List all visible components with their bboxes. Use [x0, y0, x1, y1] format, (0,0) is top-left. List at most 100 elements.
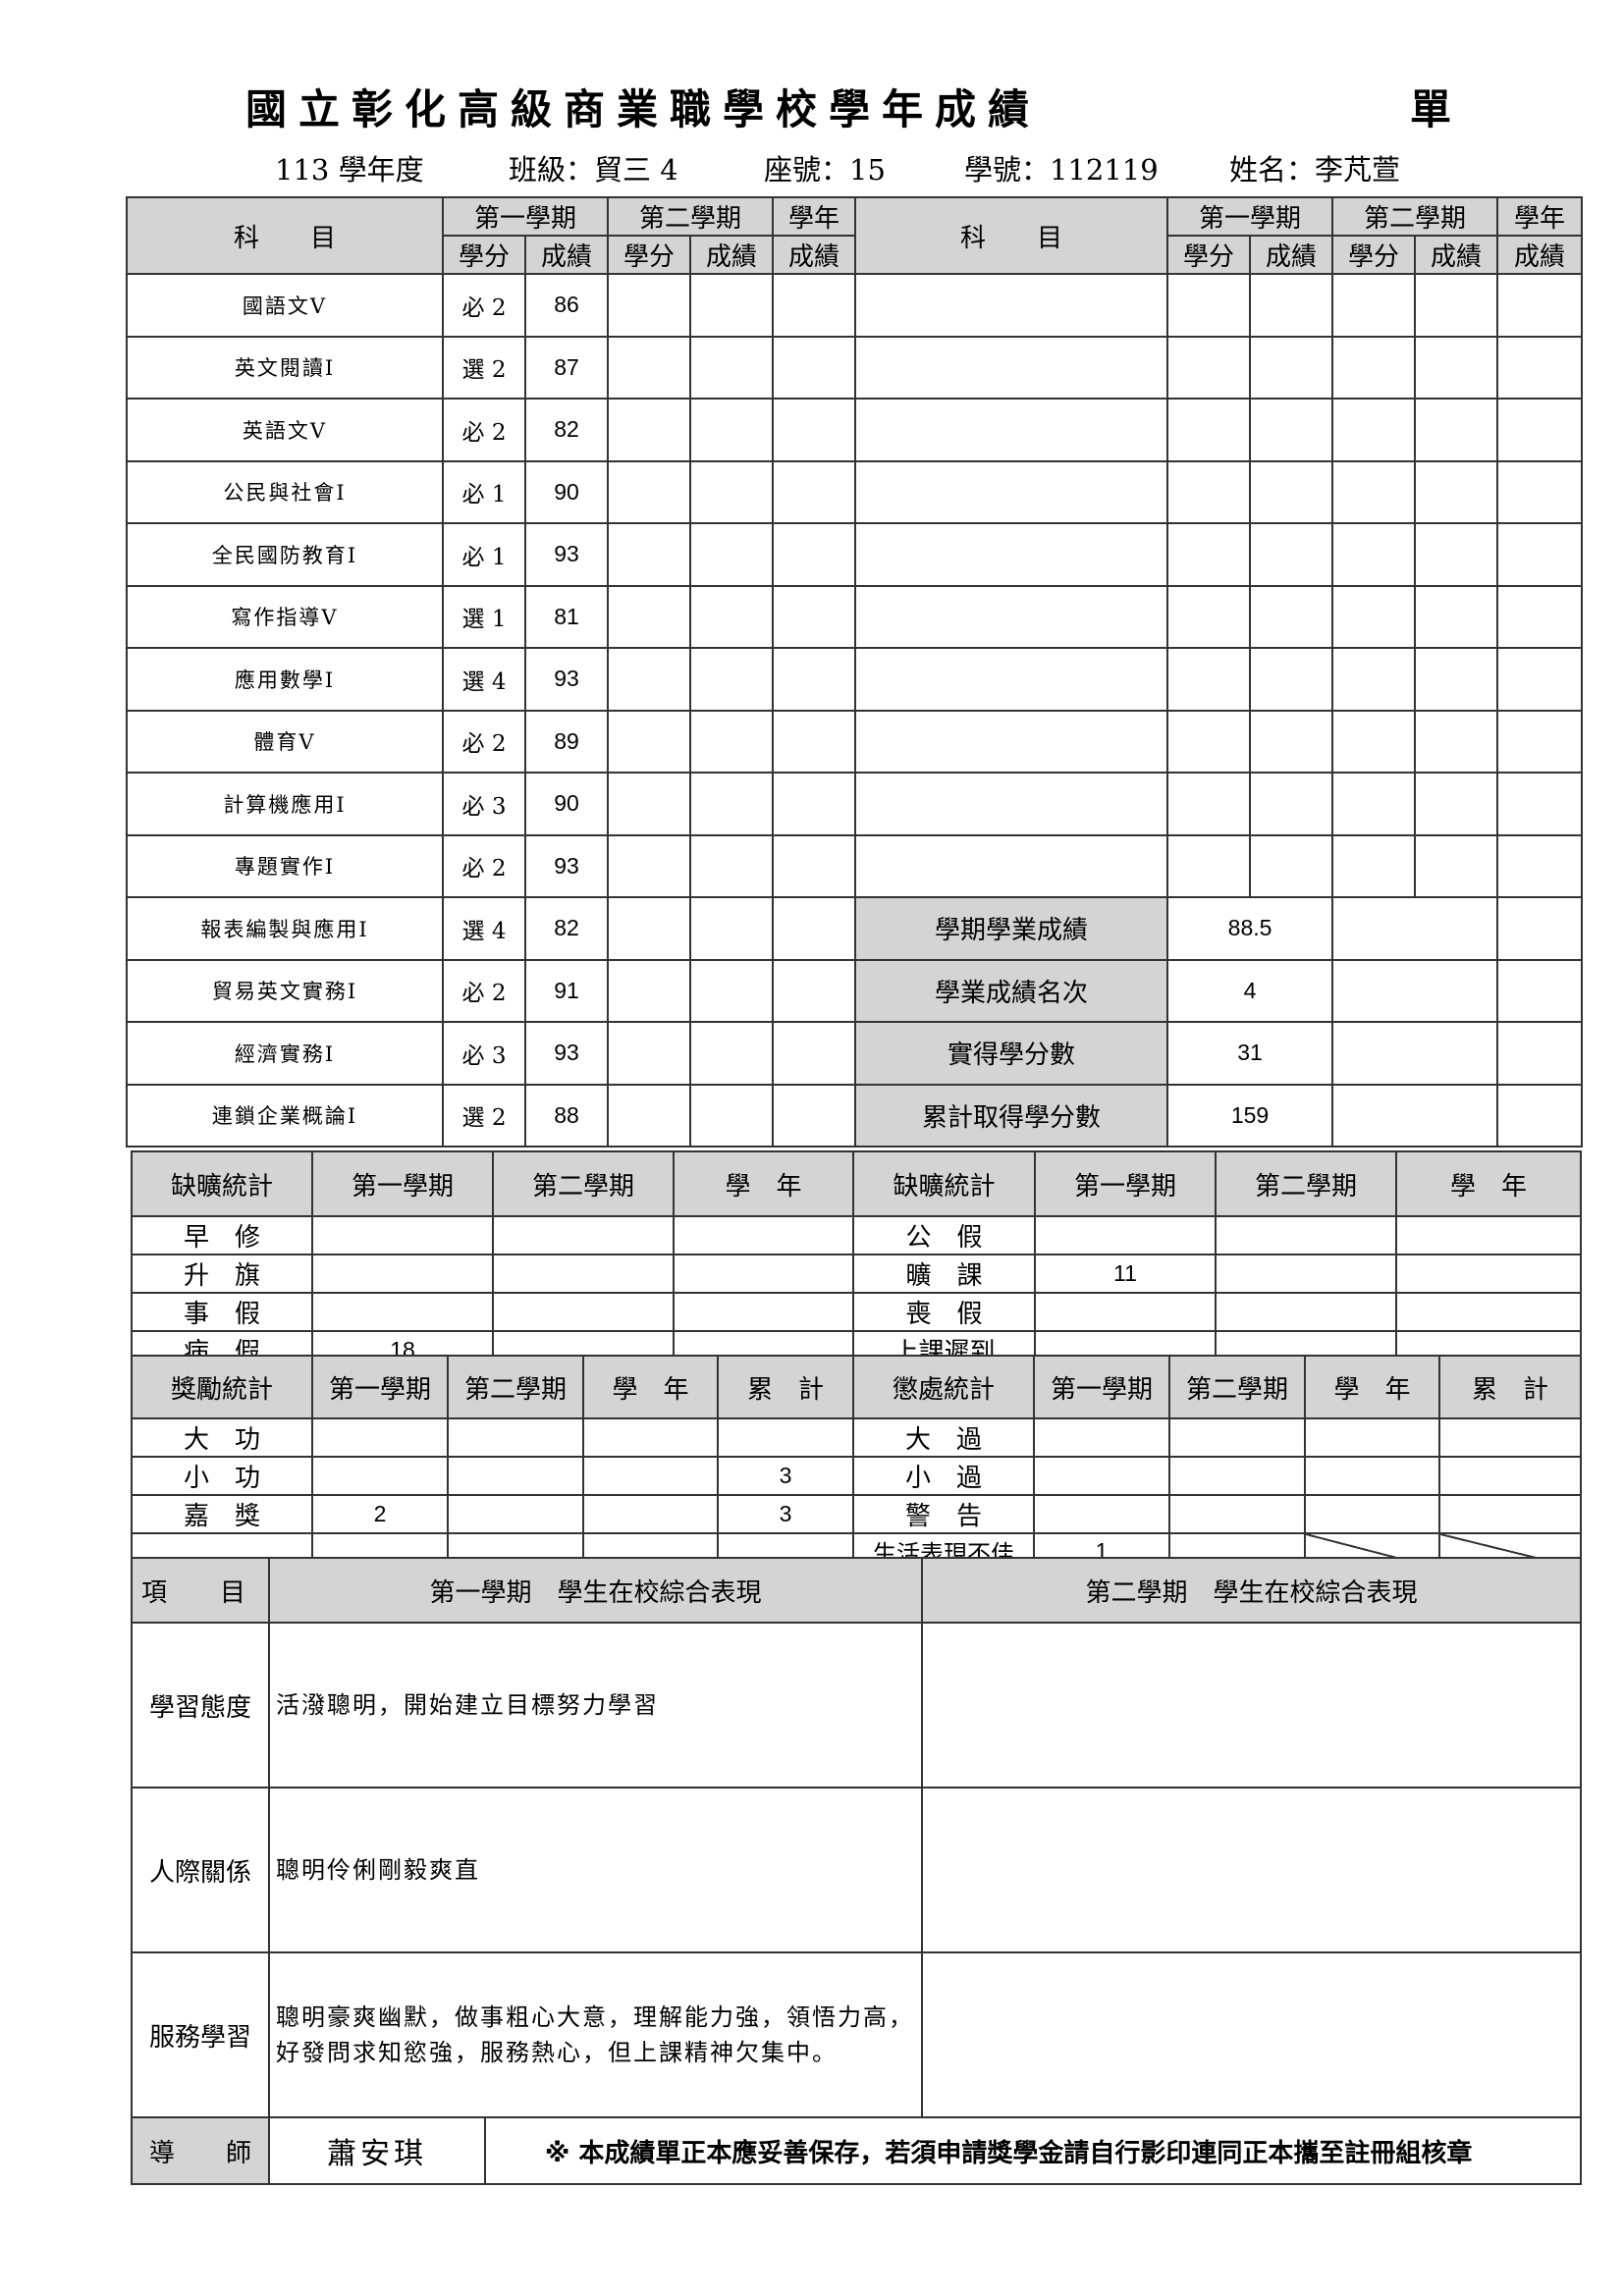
school-year: 113 學年度: [275, 153, 424, 187]
rewards-penalties-table: 獎勵統計 第一學期 第二學期 學 年 累 計 懲處統計 第一學期 第二學期 學 …: [131, 1355, 1582, 1571]
score-header: 成績: [1249, 235, 1334, 275]
subject-score: 93: [523, 522, 610, 587]
subject-credit: 必 2: [442, 833, 526, 898]
subject-header-right: 科 目: [854, 196, 1169, 275]
teacher-table: 導 師 蕭安琪 ※ 本成績單正本應妥善保存，若須申請獎學金請自行影印連同正本攜至…: [131, 2116, 1582, 2185]
summary-value: 4: [1166, 958, 1334, 1023]
reward-sem1: [311, 1456, 449, 1496]
table-row: 英語文Ⅴ 必 2 82: [126, 398, 1584, 462]
year-header: 學年: [772, 196, 857, 237]
attendance-label: 事 假: [131, 1292, 313, 1332]
subject-name: 報表編製與應用Ⅰ: [126, 896, 444, 961]
reward-total: 3: [717, 1456, 854, 1496]
table-row: 人際關係 聰明伶俐剛毅爽直: [131, 1787, 1582, 1953]
reward-label: 小 功: [131, 1456, 313, 1496]
table-row: 體育Ⅴ 必 2 89: [126, 709, 1584, 774]
subject-credit: 必 2: [442, 273, 526, 338]
rewards-sem2: 第二學期: [447, 1355, 584, 1419]
attendance-year: 學 年: [673, 1150, 854, 1217]
penalties-total: 累 計: [1438, 1355, 1582, 1419]
subject-credit: 選 2: [442, 335, 526, 400]
subject-name: 寫作指導Ⅴ: [126, 584, 444, 649]
performance-label: 人際關係: [131, 1787, 270, 1953]
attendance-sem1: 第一學期: [1034, 1150, 1217, 1217]
table-row: 大 功 大 過: [131, 1417, 1582, 1458]
year-header-right: 學年: [1496, 196, 1584, 237]
penalty-sem1: [1033, 1417, 1170, 1458]
performance-comment: 聰明豪爽幽默，做事粗心大意，理解能力強，領悟力高，好發問求知慾強，服務熱心，但上…: [268, 1951, 923, 2118]
year-score-header: 成績: [772, 235, 857, 275]
attendance-label: 公 假: [852, 1215, 1036, 1255]
subject-score: 87: [523, 335, 610, 400]
item-header: 項 目: [131, 1557, 270, 1624]
name-label: 姓名：李芃萱: [1229, 153, 1401, 187]
table-row: 專題實作Ⅰ 必 2 93: [126, 833, 1584, 898]
summary-value: 31: [1166, 1021, 1334, 1086]
attendance-value: [311, 1254, 494, 1294]
attendance-label: 喪 假: [852, 1292, 1036, 1332]
reward-total: [717, 1417, 854, 1458]
attendance-value: [311, 1215, 494, 1255]
summary-label: 累計取得學分數: [854, 1083, 1169, 1148]
subject-header: 科 目: [126, 196, 444, 275]
table-row: 小 功 3 小 過: [131, 1456, 1582, 1496]
summary-value: 159: [1166, 1083, 1334, 1148]
subject-score: 81: [523, 584, 610, 649]
rewards-title: 獎勵統計: [131, 1355, 313, 1419]
performance-comment: 活潑聰明，開始建立目標努力學習: [268, 1622, 923, 1789]
subject-name: 計算機應用Ⅰ: [126, 772, 444, 836]
attendance-label: 曠 課: [852, 1254, 1036, 1294]
attendance-value: [311, 1292, 494, 1332]
sem1-header: 第一學期: [441, 196, 610, 237]
subject-score: 82: [523, 398, 610, 462]
student-info: 113 學年度 班級：貿三 4 座號：15 學號：112119 姓名：李芃萱: [0, 147, 1624, 187]
table-row: 嘉 獎 2 3 警 告: [131, 1494, 1582, 1534]
reward-label: 嘉 獎: [131, 1494, 313, 1534]
attendance-year: 學 年: [1395, 1150, 1582, 1217]
table-row: 國語文Ⅴ 必 2 86: [126, 273, 1584, 338]
subject-name: 英語文Ⅴ: [126, 398, 444, 462]
subject-score: 93: [523, 647, 610, 712]
subject-name: 專題實作Ⅰ: [126, 833, 444, 898]
penalty-sem1: [1033, 1456, 1170, 1496]
sem2-performance-header: 第二學期 學生在校綜合表現: [921, 1557, 1582, 1624]
subject-credit: 選 4: [442, 896, 526, 961]
table-row: 英文閱讀Ⅰ 選 2 87: [126, 335, 1584, 400]
subject-credit: 選 4: [442, 647, 526, 712]
teacher-name: 蕭安琪: [268, 2116, 486, 2185]
table-row: 應用數學Ⅰ 選 4 93: [126, 647, 1584, 712]
subject-credit: 必 3: [442, 772, 526, 836]
teacher-label: 導 師: [131, 2116, 270, 2185]
subject-name: 貿易英文實務Ⅰ: [126, 958, 444, 1023]
subject-score: 93: [523, 833, 610, 898]
table-row: 經濟實務Ⅰ 必 3 93 實得學分數 31: [126, 1021, 1584, 1086]
table-row: 貿易英文實務Ⅰ 必 2 91 學業成績名次 4: [126, 958, 1584, 1023]
sem1-performance-header: 第一學期 學生在校綜合表現: [268, 1557, 923, 1624]
subject-score: 88: [523, 1083, 610, 1148]
penalty-sem1: [1033, 1494, 1170, 1534]
penalty-label: 小 過: [852, 1456, 1035, 1496]
score-header: 成績: [523, 235, 610, 275]
subject-score: 89: [523, 709, 610, 774]
attendance-value: 11: [1034, 1254, 1217, 1294]
credit-header: 學分: [442, 235, 526, 275]
subject-credit: 必 2: [442, 958, 526, 1023]
summary-label: 學期學業成績: [854, 896, 1169, 961]
subject-score: 90: [523, 772, 610, 836]
performance-label: 服務學習: [131, 1951, 270, 2118]
table-row: 學習態度 活潑聰明，開始建立目標努力學習: [131, 1622, 1582, 1789]
performance-comment: 聰明伶俐剛毅爽直: [268, 1787, 923, 1953]
subject-name: 經濟實務Ⅰ: [126, 1021, 444, 1086]
credit-header: 學分: [607, 235, 692, 275]
student-no-label: 學號：112119: [964, 153, 1159, 187]
sem2-header-right: 第二學期: [1331, 196, 1499, 237]
table-row: 早 修 公 假: [131, 1215, 1582, 1255]
attendance-table: 缺曠統計 第一學期 第二學期 學 年 缺曠統計 第一學期 第二學期 學 年 早 …: [131, 1150, 1582, 1370]
penalty-label: 警 告: [852, 1494, 1035, 1534]
performance-comment-sem2: [921, 1787, 1582, 1953]
table-row: 寫作指導Ⅴ 選 1 81: [126, 584, 1584, 649]
attendance-value: [1034, 1215, 1217, 1255]
subject-credit: 必 2: [442, 398, 526, 462]
storage-note: ※ 本成績單正本應妥善保存，若須申請獎學金請自行影印連同正本攜至註冊組核章: [484, 2116, 1582, 2185]
attendance-label: 早 修: [131, 1215, 313, 1255]
